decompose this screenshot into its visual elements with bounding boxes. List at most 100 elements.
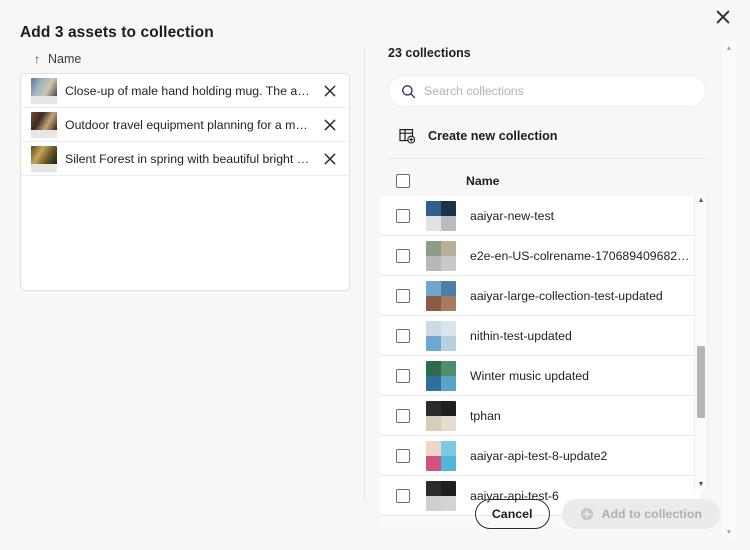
caret-down-icon[interactable]: ▼ <box>722 526 736 538</box>
thumbnail-tile <box>426 456 441 471</box>
collection-checkbox[interactable] <box>396 409 410 423</box>
thumbnail-tile <box>426 296 441 311</box>
collection-thumbnail <box>426 201 456 231</box>
collection-checkbox[interactable] <box>396 209 410 223</box>
thumbnail-tile <box>426 401 441 416</box>
collection-row[interactable]: aaiyar-new-test <box>380 196 700 236</box>
cancel-button[interactable]: Cancel <box>475 499 550 529</box>
search-input[interactable] <box>424 84 693 98</box>
thumbnail-tile <box>426 256 441 271</box>
collection-row[interactable]: Winter music updated <box>380 356 700 396</box>
thumbnail-tile <box>441 416 456 431</box>
collections-name-column-header: Name <box>466 174 500 188</box>
thumbnail-tile <box>441 201 456 216</box>
search-collections-box[interactable] <box>388 75 706 107</box>
add-to-collection-label: Add to collection <box>602 507 703 521</box>
collection-checkbox-cell[interactable] <box>380 369 426 383</box>
thumbnail-tile <box>441 321 456 336</box>
selected-assets-panel: ↑ Name Close-up of male hand holding mug… <box>0 46 364 550</box>
select-all-checkbox-cell[interactable] <box>380 174 426 188</box>
thumbnail-tile <box>441 281 456 296</box>
collections-list-scrollbar[interactable]: ▲ ▼ <box>694 194 708 490</box>
plus-circle-icon <box>580 507 594 521</box>
collection-checkbox-cell[interactable] <box>380 249 426 263</box>
thumbnail-tile <box>441 241 456 256</box>
thumbnail-tile <box>441 216 456 231</box>
collection-thumbnail <box>426 241 456 271</box>
caret-up-icon[interactable]: ▲ <box>695 194 707 206</box>
collection-checkbox-cell[interactable] <box>380 449 426 463</box>
thumbnail-tile <box>441 256 456 271</box>
collection-name: tphan <box>470 409 700 423</box>
collection-checkbox-cell[interactable] <box>380 209 426 223</box>
thumbnail-tile <box>426 321 441 336</box>
asset-name: Outdoor travel equipment planning for a … <box>65 118 319 132</box>
collection-row[interactable]: aaiyar-api-test-8-update2 <box>380 436 700 476</box>
collection-checkbox[interactable] <box>396 289 410 303</box>
collection-row[interactable]: tphan <box>380 396 700 436</box>
collection-checkbox-cell[interactable] <box>380 409 426 423</box>
remove-asset-button[interactable] <box>319 80 341 102</box>
collection-name: aaiyar-new-test <box>470 209 700 223</box>
collections-count-label: 23 collections <box>388 46 471 60</box>
remove-asset-button[interactable] <box>319 114 341 136</box>
collection-row[interactable]: e2e-en-US-colrename-1706894096823 r... <box>380 236 700 276</box>
collection-checkbox[interactable] <box>396 369 410 383</box>
selected-assets-list: Close-up of male hand holding mug. The a… <box>20 73 350 291</box>
thumbnail-tile <box>441 456 456 471</box>
asset-thumbnail <box>31 78 57 104</box>
thumbnail-tile <box>441 376 456 391</box>
remove-asset-button[interactable] <box>319 148 341 170</box>
collection-name: e2e-en-US-colrename-1706894096823 r... <box>470 249 700 263</box>
page-title: Add 3 assets to collection <box>20 24 214 42</box>
dialog-scrollbar[interactable]: ▲ ▼ <box>722 42 736 538</box>
close-icon <box>324 119 336 131</box>
thumbnail-tile <box>441 296 456 311</box>
search-icon <box>401 84 416 99</box>
thumbnail-tile <box>441 401 456 416</box>
thumbnail-tile <box>426 216 441 231</box>
close-icon <box>324 85 336 97</box>
dialog-footer: Cancel Add to collection <box>380 498 720 530</box>
collection-row[interactable]: aaiyar-large-collection-test-updated <box>380 276 700 316</box>
thumbnail-tile <box>426 201 441 216</box>
close-icon <box>324 153 336 165</box>
assets-column-header[interactable]: ↑ Name <box>34 52 81 66</box>
caret-up-icon[interactable]: ▲ <box>722 42 736 54</box>
sort-ascending-icon: ↑ <box>34 53 40 65</box>
thumbnail-tile <box>441 441 456 456</box>
collection-checkbox-cell[interactable] <box>380 329 426 343</box>
new-collection-icon <box>396 128 418 144</box>
collection-checkbox[interactable] <box>396 449 410 463</box>
collection-checkbox[interactable] <box>396 249 410 263</box>
asset-name: Silent Forest in spring with beautiful b… <box>65 152 319 166</box>
collection-row[interactable]: nithin-test-updated <box>380 316 700 356</box>
create-new-collection-button[interactable]: Create new collection <box>388 118 706 154</box>
collection-name: aaiyar-large-collection-test-updated <box>470 289 700 303</box>
thumbnail-tile <box>426 361 441 376</box>
collections-list[interactable]: aaiyar-new-test e2e-en-US-colrename-17068… <box>380 196 700 530</box>
close-icon <box>716 10 730 29</box>
collection-thumbnail <box>426 441 456 471</box>
asset-thumbnail <box>31 112 57 138</box>
collection-name: nithin-test-updated <box>470 329 700 343</box>
panel-divider <box>364 46 365 501</box>
add-to-collection-dialog: Add 3 assets to collection ↑ Name Close-… <box>0 0 750 550</box>
assets-column-header-label: Name <box>48 52 81 66</box>
asset-name: Close-up of male hand holding mug. The a… <box>65 84 319 98</box>
close-dialog-button[interactable] <box>708 4 738 34</box>
caret-down-icon[interactable]: ▼ <box>695 478 707 490</box>
asset-row: Silent Forest in spring with beautiful b… <box>21 142 349 176</box>
thumbnail-tile <box>441 361 456 376</box>
select-all-checkbox[interactable] <box>396 174 410 188</box>
asset-row: Outdoor travel equipment planning for a … <box>21 108 349 142</box>
collections-panel: 23 collections Create new collection <box>380 40 718 540</box>
add-to-collection-button: Add to collection <box>562 499 721 529</box>
collection-checkbox[interactable] <box>396 329 410 343</box>
collection-name: Winter music updated <box>470 369 700 383</box>
thumbnail-tile <box>441 481 456 496</box>
thumbnail-tile <box>426 241 441 256</box>
collection-thumbnail <box>426 321 456 351</box>
collection-checkbox-cell[interactable] <box>380 289 426 303</box>
scrollbar-thumb[interactable] <box>697 346 705 418</box>
